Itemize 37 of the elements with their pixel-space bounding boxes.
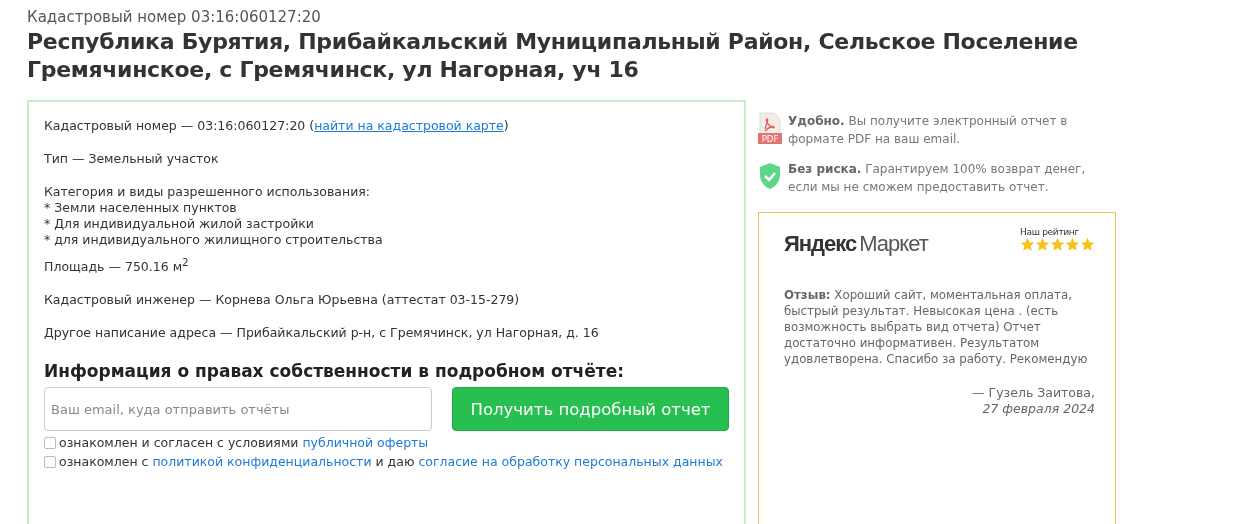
agreement-text: ознакомлен с политикой конфиденциальности и даю согласие на обработку персональных данных — [59, 454, 723, 470]
rating-label: Наш рейтинг — [1020, 227, 1079, 237]
detail-text: Другое написание адреса — Прибайкальский р-н, с Гремячинск, ул Нагорная, д. 16 — [44, 325, 600, 342]
star-icon — [1035, 237, 1050, 252]
agreement-text: ознакомлен и согласен с условиями публичной оферты — [59, 435, 429, 451]
review-text: Отзыв: Хороший сайт, моментальная оплата, быстрый результат. Невысокая цена . (есть возможность выбрать вид отчета) Отчет достаточно информативен. Результатом удовлетворена. Спасибо за работу. Рекомендую — [784, 287, 1089, 367]
review-date: 27 февраля 2024 — [981, 401, 1095, 417]
review-author: — Гузель Заитова, — [971, 385, 1095, 401]
cadastral-line: Кадастровый номер — 03:16:060127:20 (найти на кадастровой карте) — [44, 118, 510, 134]
star-icon — [1050, 237, 1065, 252]
list-item: * для индивидуального жилищного строительства — [44, 232, 384, 248]
benefit-text: Удобно. Вы получите электронный отчет в формате PDF на ваш email. — [788, 113, 1069, 148]
detail-text: Категория и виды разрешенного использования: — [44, 184, 372, 200]
list-item: * Земли населенных пунктов — [44, 200, 238, 216]
benefit-text: Без риска. Гарантируем 100% возврат денег, если мы не сможем предоставить отчет. — [788, 161, 1087, 196]
map-link[interactable]: найти на кадастровой карте — [314, 118, 504, 133]
cadastral-number: Кадастровый номер 03:16:060127:20 — [27, 7, 322, 26]
section-heading: Информация о правах собственности в подробном отчёте: — [44, 361, 625, 382]
email-field[interactable]: Ваш email, куда отправить отчёты — [44, 387, 432, 432]
logo-text: Маркет — [859, 231, 928, 256]
list-item: * Для индивидуальной жилой застройки — [44, 216, 315, 232]
star-icon — [1020, 237, 1035, 252]
detail-text: Тип — Земельный участок — [44, 151, 220, 167]
star-icon — [1080, 237, 1095, 252]
checkbox[interactable] — [44, 455, 56, 468]
logo-text: Яндекс — [784, 231, 857, 256]
agreement-link[interactable]: политикой конфиденциальности — [152, 454, 372, 470]
detail-text: Площадь — 750.16 м$^{2}$ — [44, 255, 190, 276]
agreement-link[interactable]: согласие на обработку персональных данных — [418, 454, 723, 470]
checkbox[interactable] — [44, 436, 56, 449]
shield-check-icon — [758, 160, 782, 192]
detail-text: Кадастровый инженер — Корнева Ольга Юрьевна (аттестат 03-15-279) — [44, 292, 521, 309]
star-icon — [1065, 237, 1080, 252]
pdf-file-icon: PDF — [758, 112, 782, 144]
get-report-button[interactable]: Получить подробный отчет — [452, 387, 729, 432]
agreement-link[interactable]: публичной оферты — [302, 435, 429, 451]
page-title: Республика Бурятия, Прибайкальский Муниципальный Район, Сельское Поселение Гремячинское, с Гремячинск, ул Нагорная, уч 16 — [27, 28, 1079, 84]
